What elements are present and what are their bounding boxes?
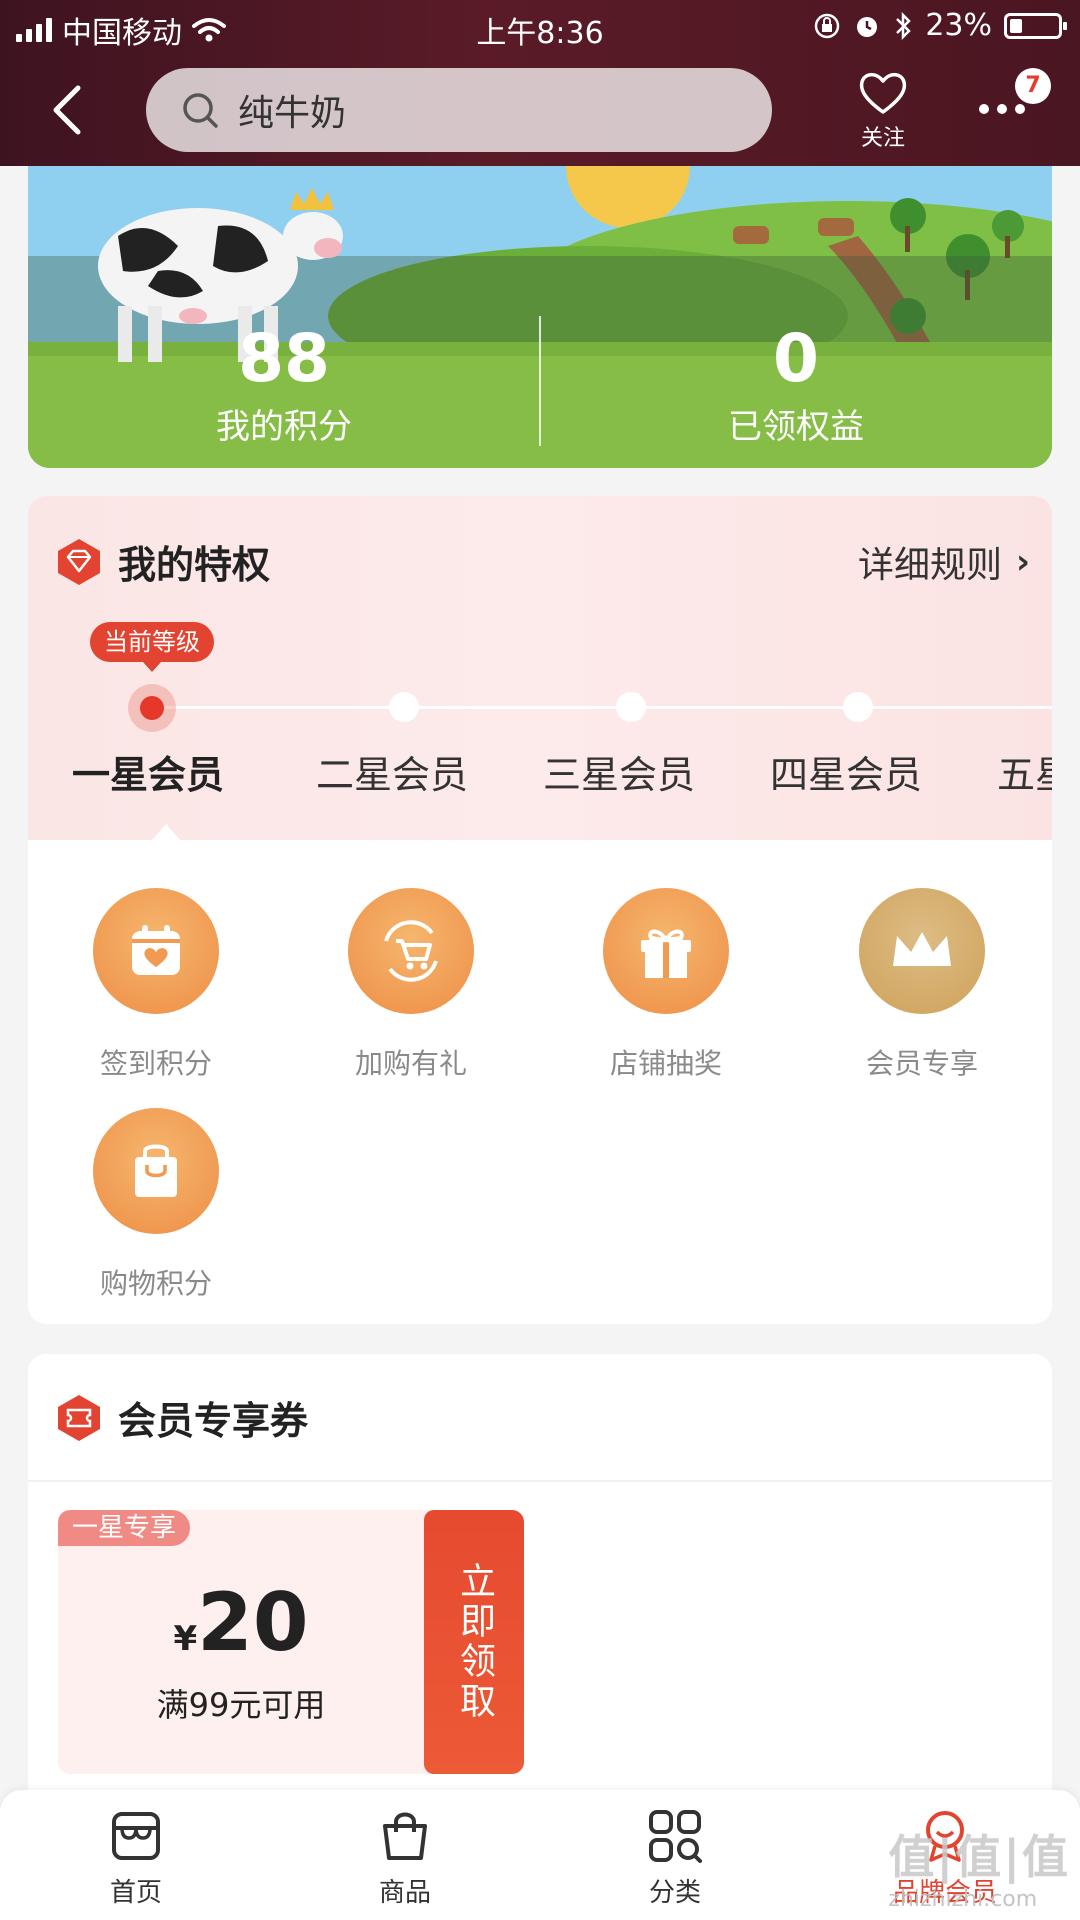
shop-icon — [112, 1812, 160, 1860]
bottom-nav: 首页 商品 分类 品牌会员 值|值|值 zhizhizhi.com — [0, 1790, 1080, 1920]
level-label-3[interactable]: 三星会员 — [543, 744, 695, 799]
benefits-label: 已领权益 — [728, 407, 864, 447]
privilege-title: 我的特权 — [118, 543, 271, 587]
rules-label: 详细规则 — [857, 545, 1002, 586]
divider — [28, 1480, 1052, 1482]
level-node-2[interactable] — [389, 692, 419, 722]
my-points-label: 我的积分 — [216, 407, 352, 447]
level-track-line — [152, 706, 1052, 709]
perk-sign-in-points[interactable]: 签到积分 — [56, 888, 256, 1082]
tab-label: 首页 — [109, 1878, 162, 1908]
perk-label: 购物积分 — [99, 1267, 212, 1300]
chevron-right-icon: › — [1015, 542, 1030, 582]
my-points-value: 88 — [238, 320, 330, 397]
bluetooth-icon — [896, 11, 912, 40]
level-node-1[interactable] — [128, 684, 176, 732]
watermark: 值|值|值 zhizhizhi.com — [888, 1821, 1070, 1912]
claim-label: 立即领取 — [454, 1562, 495, 1722]
heart-icon — [859, 73, 907, 114]
perk-shopping-points[interactable]: 购物积分 — [56, 1108, 256, 1302]
level-node-3[interactable] — [616, 692, 646, 722]
coupon-value: 20 — [197, 1576, 309, 1669]
watermark-logo: 值|值|值 — [888, 1830, 1070, 1884]
cart-refresh-icon — [348, 888, 474, 1014]
currency-symbol: ¥ — [173, 1619, 198, 1659]
bag-icon — [383, 1812, 427, 1860]
coupon-amount: ¥20 — [58, 1576, 424, 1669]
tab-categories[interactable]: 分类 — [605, 1808, 745, 1909]
rotation-lock-icon — [815, 13, 840, 38]
battery-percent: 23% — [925, 8, 992, 43]
coupon-badge-icon — [58, 1394, 100, 1441]
status-bar: 中国移动 上午8:36 23% — [0, 0, 1080, 52]
calendar-heart-icon — [93, 888, 219, 1014]
more-button[interactable]: 7 — [975, 68, 1051, 140]
tab-home[interactable]: 首页 — [66, 1808, 206, 1909]
search-icon — [183, 93, 218, 128]
claim-coupon-button[interactable]: 立即领取 — [424, 1510, 524, 1774]
search-query: 纯牛奶 — [238, 93, 347, 134]
benefits-value: 0 — [773, 320, 819, 397]
member-coupon-card: 会员专享券 一星专享 ¥20 满99元可用 立即领取 — [28, 1354, 1052, 1804]
level-pointer — [152, 824, 180, 840]
coupon-section-title: 会员专享券 — [118, 1399, 309, 1443]
coupon-condition: 满99元可用 — [156, 1686, 326, 1724]
tab-label: 商品 — [378, 1878, 431, 1908]
perk-label: 会员专享 — [865, 1047, 978, 1080]
claimed-benefits[interactable]: 0 已领权益 — [540, 296, 1052, 448]
follow-label: 关注 — [860, 126, 905, 151]
notification-badge: 7 — [1015, 68, 1051, 104]
perk-label: 加购有礼 — [354, 1047, 467, 1080]
coupon-header: 会员专享券 — [56, 1390, 308, 1445]
back-icon[interactable] — [48, 82, 88, 138]
diamond-badge-icon — [58, 538, 100, 585]
shopping-bag-icon — [93, 1108, 219, 1234]
watermark-url: zhizhizhi.com — [888, 1887, 1038, 1912]
grid-icon — [649, 1810, 702, 1863]
perk-label: 签到积分 — [99, 1047, 212, 1080]
current-level-tag: 当前等级 — [90, 622, 214, 672]
crown-icon — [859, 888, 985, 1014]
my-points[interactable]: 88 我的积分 — [28, 296, 540, 448]
points-banner: 88 我的积分 0 已领权益 — [28, 166, 1052, 468]
level-label-1[interactable]: 一星会员 — [72, 744, 224, 799]
rules-link[interactable]: 详细规则 › — [858, 536, 1030, 588]
perk-add-cart-gift[interactable]: 加购有礼 — [311, 888, 511, 1082]
level-label-5[interactable]: 五星 — [997, 744, 1052, 799]
tab-products[interactable]: 商品 — [335, 1808, 475, 1909]
perk-member-exclusive[interactable]: 会员专享 — [822, 888, 1022, 1082]
level-track-area: 我的特权 详细规则 › 当前等级 一星会员 二星会员 三星会员 四星会员 五星 — [28, 496, 1052, 840]
level-label-4[interactable]: 四星会员 — [770, 744, 922, 799]
more-dots-icon — [979, 104, 1025, 114]
follow-button[interactable]: 关注 — [852, 70, 914, 152]
search-bar[interactable]: 纯牛奶 — [146, 68, 772, 152]
privilege-card: 我的特权 详细规则 › 当前等级 一星会员 二星会员 三星会员 四星会员 五星 — [28, 496, 1052, 1324]
gift-icon — [603, 888, 729, 1014]
level-node-4[interactable] — [843, 692, 873, 722]
coupon-item[interactable]: 一星专享 ¥20 满99元可用 立即领取 — [58, 1510, 524, 1774]
points-stats: 88 我的积分 0 已领权益 — [28, 296, 1052, 468]
alarm-icon — [857, 16, 878, 37]
coupon-tier-tag: 一星专享 — [58, 1510, 191, 1546]
perk-store-lottery[interactable]: 店铺抽奖 — [566, 888, 766, 1082]
top-bar: 中国移动 上午8:36 23% 纯牛奶 关注 7 — [0, 0, 1080, 166]
privilege-header: 我的特权 — [56, 534, 270, 589]
tab-label: 分类 — [648, 1878, 701, 1908]
level-label-2[interactable]: 二星会员 — [316, 744, 468, 799]
battery-icon — [1004, 12, 1067, 39]
perk-label: 店铺抽奖 — [609, 1047, 722, 1080]
